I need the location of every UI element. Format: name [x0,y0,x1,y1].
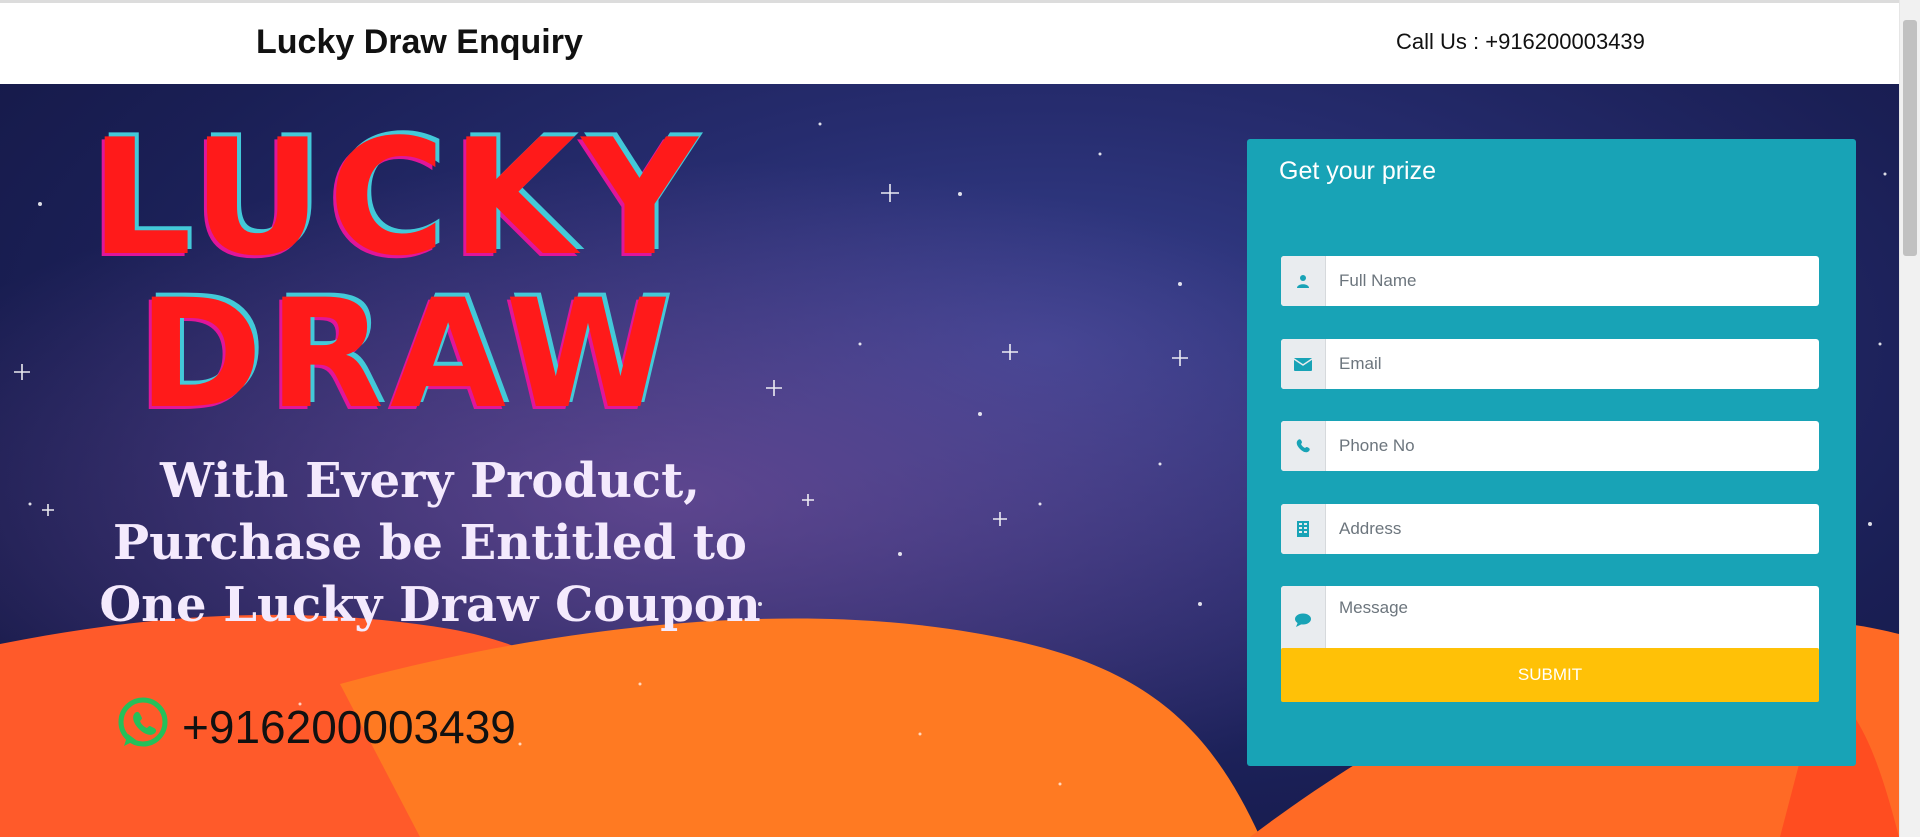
full-name-input[interactable] [1327,256,1807,306]
form-title: Get your prize [1279,157,1437,185]
phone-input[interactable] [1327,421,1807,471]
tagline-line: Purchase be Entitled to [113,515,747,571]
comment-icon [1281,586,1326,654]
page-scrollbar[interactable] [1899,0,1920,837]
email-field [1281,339,1819,389]
message-field [1281,586,1819,654]
call-us-text: Call Us : +916200003439 [1396,29,1645,54]
full-name-field [1281,256,1819,306]
building-icon [1281,504,1326,554]
envelope-icon [1281,339,1326,389]
site-header: Lucky Draw Enquiry Call Us : +9162000034… [0,0,1899,84]
scrollbar-thumb[interactable] [1903,20,1917,256]
user-icon [1281,256,1326,306]
phone-field [1281,421,1819,471]
hero-tagline: With Every Product, Purchase be Entitled… [70,450,790,636]
hero-banner: LUCKY DRAW With Every Product, Purchase … [0,84,1899,837]
draw-headline: DRAW [138,268,677,442]
phone-icon [1281,421,1326,471]
site-title[interactable]: Lucky Draw Enquiry [256,23,583,62]
address-input[interactable] [1327,504,1807,554]
tagline-line: With Every Product, [160,453,700,509]
email-input[interactable] [1327,339,1807,389]
message-input[interactable] [1327,586,1807,654]
whatsapp-number[interactable]: +916200003439 [182,700,516,754]
submit-button[interactable]: SUBMIT [1281,648,1819,702]
tagline-line: One Lucky Draw Coupon [99,577,761,633]
whatsapp-icon[interactable] [116,696,170,750]
address-field [1281,504,1819,554]
lucky-headline: LUCKY [90,104,704,291]
prize-form-card: Get your prize Full Name Email Phone No … [1247,139,1856,766]
